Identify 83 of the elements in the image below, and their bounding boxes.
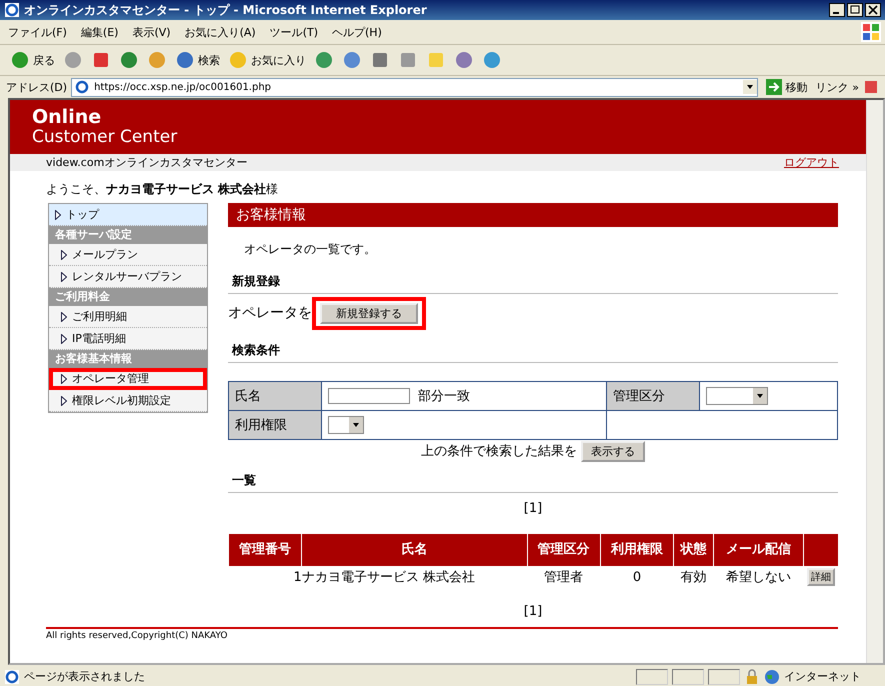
close-icon[interactable]: [865, 3, 881, 17]
table-cell: ナカヨ電子サービス 株式会社: [302, 566, 528, 588]
windows-logo-icon: [861, 22, 881, 42]
address-field[interactable]: https://occ.xsp.ne.jp/oc001601.php: [71, 78, 758, 96]
more-chevron[interactable]: »: [852, 80, 859, 94]
table-cell: 1: [228, 566, 302, 588]
field-label: 氏名: [228, 382, 322, 410]
status-pane: [636, 668, 668, 684]
column-header: 利用権限: [600, 534, 674, 566]
sidebar-item[interactable]: トップ: [49, 204, 207, 226]
triangle-icon: [61, 312, 67, 322]
logo-title: Online: [32, 107, 102, 127]
logout-link[interactable]: ログアウト: [784, 155, 839, 170]
sidebar-item[interactable]: メールプラン: [49, 244, 207, 266]
welcome-text: ようこそ、ナカヨ電子サービス 株式会社様: [45, 181, 280, 198]
address-label: アドレス(D): [6, 80, 68, 94]
sidebar-item[interactable]: ご利用明細: [49, 306, 207, 328]
menu-item[interactable]: ファイル(F): [8, 24, 67, 40]
minimize-icon[interactable]: [829, 3, 845, 17]
browser-icon: [4, 2, 20, 18]
links-label[interactable]: リンク: [815, 80, 848, 94]
section-heading: 検索条件: [228, 332, 838, 363]
menu-item[interactable]: 表示(V): [132, 24, 171, 40]
column-header: 管理区分: [527, 534, 600, 566]
triangle-icon: [61, 374, 67, 384]
section-heading: 一覧: [228, 462, 838, 493]
table-cell: 管理者: [527, 566, 600, 588]
table-cell: 0: [600, 566, 674, 588]
search-prompt: 上の条件で検索した結果を: [421, 443, 577, 460]
register-button[interactable]: 新規登録する: [320, 302, 418, 324]
sidebar-item[interactable]: 権限レベル初期設定: [49, 390, 207, 412]
window-title: オンラインカスタマセンター - トップ - Microsoft Internet Explorer: [24, 2, 428, 18]
page-icon: [74, 79, 90, 95]
sidebar-item[interactable]: オペレータ管理: [49, 368, 207, 390]
column-header: 氏名: [302, 534, 528, 566]
match-label: 部分一致: [418, 389, 470, 404]
select-dropdown[interactable]: [706, 387, 768, 405]
table-cell: 有効: [674, 566, 714, 588]
search-button[interactable]: 検索: [175, 50, 220, 70]
sidebar-section-header: ご利用料金: [49, 288, 207, 306]
triangle-icon: [61, 334, 67, 344]
field-label: 管理区分: [606, 382, 700, 410]
globe-icon: [764, 668, 780, 684]
triangle-icon: [61, 272, 67, 282]
sidebar-section-header: お客様基本情報: [49, 350, 207, 368]
select-dropdown[interactable]: [328, 416, 364, 434]
sidebar-section-header: 各種サーバ設定: [49, 226, 207, 244]
menu-item[interactable]: ヘルプ(H): [332, 24, 382, 40]
status-text: ページが表示されました: [24, 669, 146, 684]
name-input[interactable]: [328, 388, 410, 404]
zone-label: インターネット: [784, 669, 862, 684]
triangle-icon: [61, 250, 67, 260]
back-button[interactable]: 戻る: [10, 50, 55, 70]
menu-item[interactable]: 編集(E): [80, 24, 118, 40]
status-pane: [708, 668, 740, 684]
page-icon: [4, 668, 20, 684]
favorites-button[interactable]: お気に入り: [228, 50, 306, 70]
menu-item[interactable]: ツール(T): [270, 24, 318, 40]
copyright-text: All rights reserved,Copyright(C) NAKAYO: [46, 631, 228, 641]
field-label: 利用権限: [228, 410, 322, 440]
menu-item[interactable]: お気に入り(A): [184, 24, 256, 40]
column-header: 管理番号: [228, 534, 302, 566]
logo-subtitle: Customer Center: [32, 127, 178, 147]
detail-button[interactable]: 詳細: [806, 568, 835, 586]
column-header: 状態: [674, 534, 714, 566]
column-header: メール配信: [713, 534, 804, 566]
pager-link[interactable]: [1]: [524, 501, 542, 516]
triangle-icon: [55, 210, 61, 220]
maximize-icon[interactable]: [847, 3, 863, 17]
triangle-icon: [61, 396, 67, 406]
status-pane: [672, 668, 704, 684]
arrow-icon: [766, 79, 782, 95]
lock-icon: [744, 668, 760, 684]
go-button[interactable]: 移動: [762, 79, 812, 95]
show-button[interactable]: 表示する: [581, 440, 645, 462]
intro-text: オペレータの一覧です。: [243, 241, 377, 258]
scrollbar[interactable]: [866, 100, 883, 663]
pager-link[interactable]: [1]: [524, 604, 542, 619]
section-title: お客様情報: [228, 203, 838, 227]
table-cell: 希望しない: [713, 566, 804, 588]
site-name: videw.comオンラインカスタマセンター: [46, 155, 248, 170]
section-heading: 新規登録: [228, 263, 838, 294]
prompt-text: オペレータを: [228, 304, 312, 322]
